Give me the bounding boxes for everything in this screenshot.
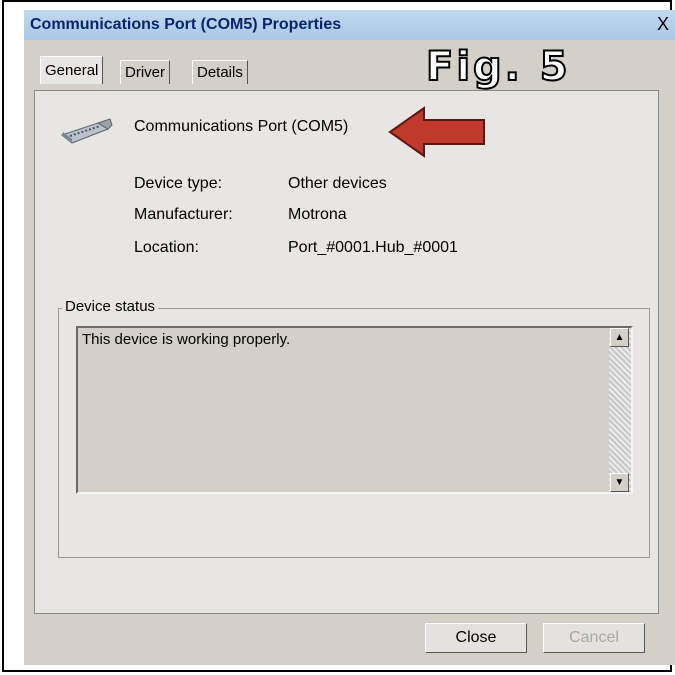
title-bar: Communications Port (COM5) Properties X [24, 10, 675, 40]
device-status-label: Device status [62, 298, 159, 315]
manufacturer-value: Motrona [288, 206, 347, 223]
device-status-textbox[interactable]: This device is working properly. ▲ ▼ [76, 326, 633, 494]
device-type-label: Device type: [134, 175, 223, 192]
close-window-button[interactable]: X [657, 14, 675, 35]
location-label: Location: [134, 239, 199, 256]
red-arrow-icon [388, 106, 485, 158]
tab-driver[interactable]: Driver [120, 60, 170, 84]
device-name: Communications Port (COM5) [134, 118, 349, 135]
scroll-down-icon[interactable]: ▼ [610, 473, 629, 492]
status-scrollbar[interactable]: ▲ ▼ [609, 328, 631, 492]
device-type-value: Other devices [288, 175, 387, 192]
figure-label: Fig. 5 [425, 43, 571, 91]
scroll-up-icon[interactable]: ▲ [610, 328, 629, 347]
device-status-text: This device is working properly. [82, 331, 291, 348]
serial-port-icon [60, 118, 113, 144]
window-title: Communications Port (COM5) Properties [30, 16, 342, 33]
properties-dialog: Communications Port (COM5) Properties X … [24, 10, 675, 665]
cancel-button[interactable]: Cancel [543, 623, 645, 653]
close-button[interactable]: Close [425, 623, 527, 653]
tab-details[interactable]: Details [192, 60, 248, 84]
tab-general[interactable]: General [40, 56, 104, 84]
manufacturer-label: Manufacturer: [134, 206, 233, 223]
location-value: Port_#0001.Hub_#0001 [288, 239, 458, 256]
